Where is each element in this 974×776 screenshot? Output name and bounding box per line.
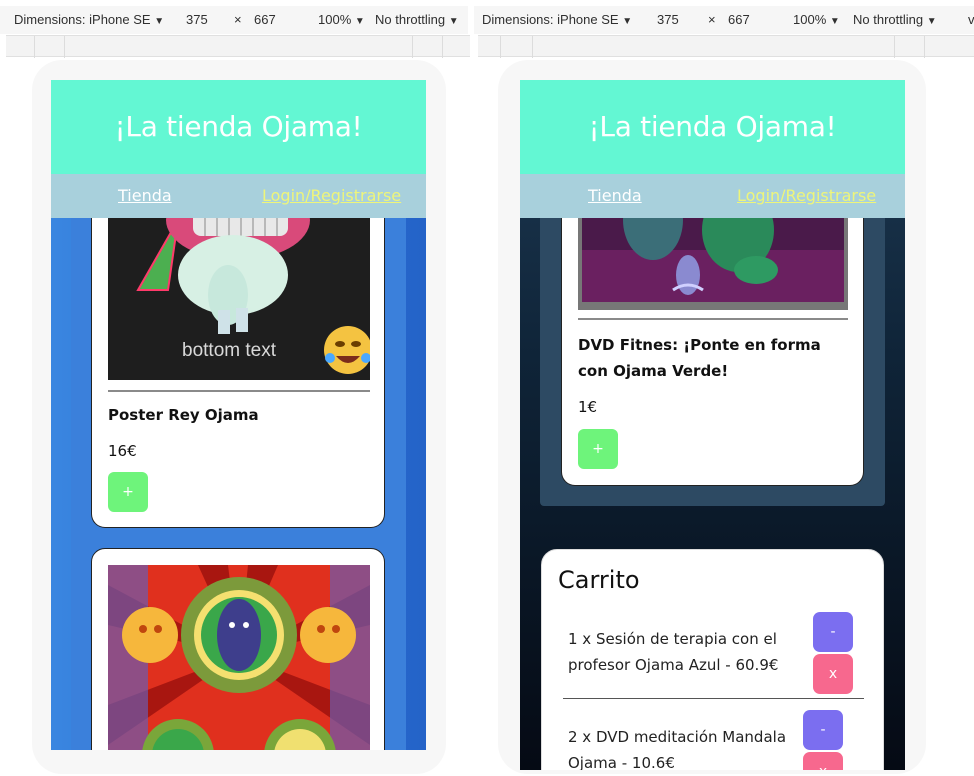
product-card: bottom text Poster Rey Ojama 16€ + [91, 180, 385, 528]
product-name: Poster Rey Ojama [108, 406, 259, 424]
zoom-select[interactable]: 100% ▼ [318, 12, 365, 27]
nav-login-link[interactable]: Login/Registrarse [262, 186, 401, 205]
remove-item-button[interactable]: x [803, 752, 843, 770]
product-name: DVD Fitnes: ¡Ponte en forma con Ojama Ve… [578, 336, 821, 380]
main-nav: Tienda Login/Registrarse [51, 174, 426, 218]
width-input[interactable]: 375 [186, 12, 208, 27]
product-card [91, 548, 385, 750]
card-divider [578, 318, 848, 320]
dimensions-select[interactable]: Dimensions: iPhone SE ▼ [482, 12, 632, 27]
remove-item-button[interactable]: x [813, 654, 853, 694]
site-header: ¡La tienda Ojama! [520, 80, 905, 174]
cart-panel: Carrito 1 x Sesión de terapia con el pro… [541, 549, 884, 770]
right-panel: Dimensions: iPhone SE ▼ 375 × 667 100% ▼… [474, 0, 974, 776]
main-nav: Tienda Login/Registrarse [520, 174, 905, 218]
add-to-cart-button[interactable]: + [578, 429, 618, 469]
nav-shop-link[interactable]: Tienda [588, 186, 642, 205]
throttle-select[interactable]: No throttling ▼ [375, 12, 459, 27]
chevron-down-icon: ▼ [154, 16, 165, 27]
times-sign: × [708, 12, 716, 27]
cart-item-text: 2 x DVD meditación Mandala Ojama - 10.6€ [568, 728, 787, 770]
cart-item: 2 x DVD meditación Mandala Ojama - 10.6€… [542, 710, 883, 770]
overflow-indicator: v [968, 12, 974, 27]
card-divider [108, 390, 370, 392]
nav-shop-link[interactable]: Tienda [118, 186, 172, 205]
product-image [108, 565, 370, 750]
throttle-select[interactable]: No throttling ▼ [853, 12, 937, 27]
chevron-down-icon: ▼ [926, 16, 937, 27]
media-query-bar[interactable] [6, 35, 470, 58]
chevron-down-icon: ▼ [622, 16, 633, 27]
product-card: DVD Fitnes: ¡Ponte en forma con Ojama Ve… [561, 180, 864, 486]
cart-divider [563, 698, 864, 699]
cart-item: 1 x Sesión de terapia con el profesor Oj… [542, 612, 883, 702]
height-input[interactable]: 667 [728, 12, 750, 27]
product-price: 16€ [108, 442, 137, 460]
product-price: 1€ [578, 398, 598, 416]
decrease-quantity-button[interactable]: - [803, 710, 843, 750]
times-sign: × [234, 12, 242, 27]
site-header: ¡La tienda Ojama! [51, 80, 426, 174]
height-input[interactable]: 667 [254, 12, 276, 27]
media-query-bar[interactable] [478, 35, 974, 58]
chevron-down-icon: ▼ [829, 16, 840, 27]
chevron-down-icon: ▼ [448, 16, 459, 27]
devtools-toolbar: Dimensions: iPhone SE ▼ 375 × 667 100% ▼… [474, 6, 974, 34]
nav-login-link[interactable]: Login/Registrarse [737, 186, 876, 205]
width-input[interactable]: 375 [657, 12, 679, 27]
device-viewport: bottom text Poster Rey Ojama 16€ + ¡La t… [51, 80, 426, 750]
decrease-quantity-button[interactable]: - [813, 612, 853, 652]
chevron-down-icon: ▼ [354, 16, 365, 27]
cart-item-text: 1 x Sesión de terapia con el profesor Oj… [568, 630, 779, 674]
device-viewport: DVD Fitnes: ¡Ponte en forma con Ojama Ve… [520, 80, 905, 770]
meme-caption: bottom text [182, 340, 276, 361]
left-panel: Dimensions: iPhone SE ▼ 375 × 667 100% ▼… [0, 0, 472, 776]
cart-title: Carrito [558, 566, 640, 594]
dimensions-select[interactable]: Dimensions: iPhone SE ▼ [14, 12, 164, 27]
zoom-select[interactable]: 100% ▼ [793, 12, 840, 27]
devtools-toolbar: Dimensions: iPhone SE ▼ 375 × 667 100% ▼… [0, 6, 468, 34]
add-to-cart-button[interactable]: + [108, 472, 148, 512]
